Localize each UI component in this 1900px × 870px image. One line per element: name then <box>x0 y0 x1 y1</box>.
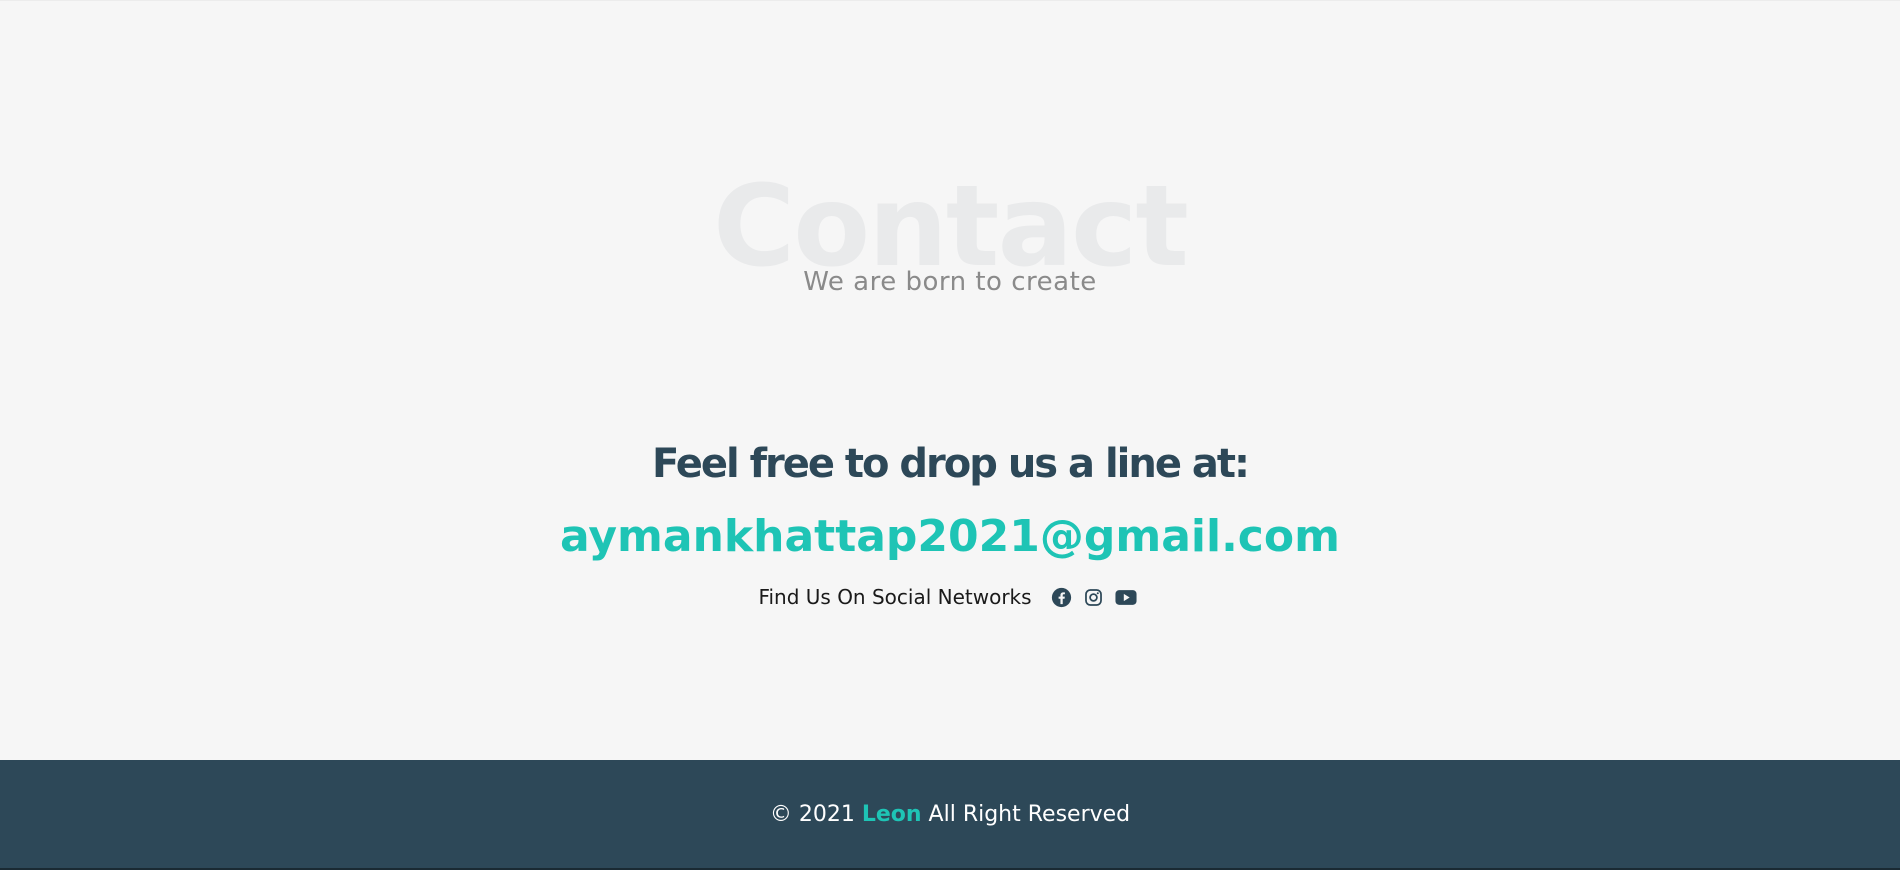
copyright-suffix: All Right Reserved <box>928 801 1131 827</box>
social-label: Find Us On Social Networks <box>758 585 1032 609</box>
section-subtitle: We are born to create <box>803 267 1097 297</box>
social-networks: Find Us On Social Networks <box>0 585 1900 609</box>
footer-copyright: © 2021 Leon All Right Reserved <box>770 802 1130 827</box>
contact-section: Contact We are born to create Feel free … <box>0 0 1900 760</box>
footer: © 2021 Leon All Right Reserved <box>0 760 1900 870</box>
instagram-icon[interactable] <box>1083 586 1105 608</box>
footer-brand: Leon <box>861 801 922 827</box>
contact-email-link[interactable]: aymankhattap2021@gmail.com <box>0 511 1900 562</box>
copyright-prefix: © 2021 <box>769 801 855 827</box>
youtube-icon[interactable] <box>1115 586 1137 608</box>
contact-heading: Feel free to drop us a line at: <box>651 441 1250 487</box>
facebook-icon[interactable] <box>1051 586 1073 608</box>
